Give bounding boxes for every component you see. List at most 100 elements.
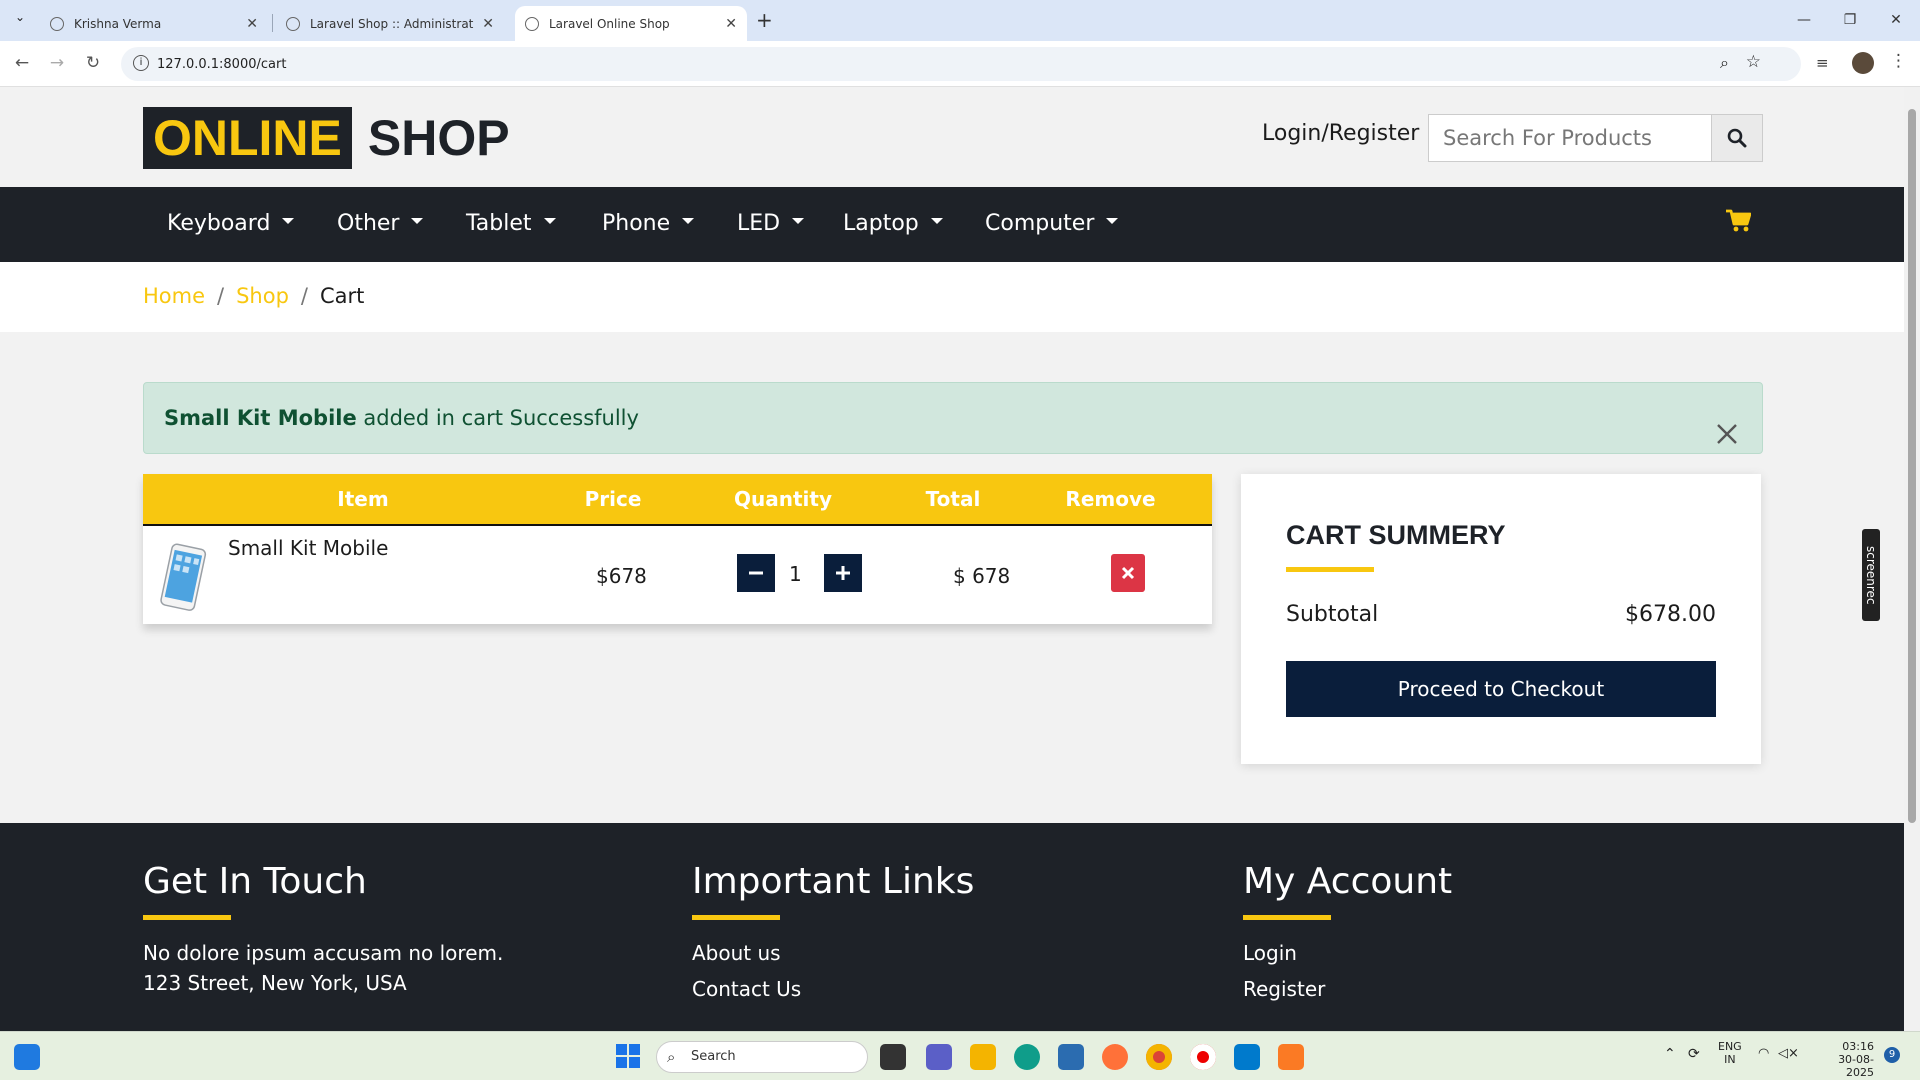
tray-overflow-icon[interactable]: ⌃ [1664,1046,1676,1062]
tab-admin-panel[interactable]: Laravel Shop :: Administrative Panel ✕ [276,6,504,41]
sync-icon[interactable]: ⟳ [1688,1046,1700,1062]
tab-online-shop[interactable]: Laravel Online Shop ✕ [515,6,747,41]
alert-close-button[interactable] [1714,405,1740,444]
browser-tab-bar: ⌄ Krishna Verma ✕ Laravel Shop :: Admini… [0,0,1920,41]
firefox-icon[interactable] [1102,1044,1128,1070]
windows-taskbar: ⌕ Search ⌃ ⟳ ENG IN ◠ ◁× 03:16 30-08-202… [0,1031,1920,1080]
back-icon[interactable]: ← [10,53,34,73]
breadcrumb-separator: / [300,284,308,308]
volume-muted-icon[interactable]: ◁× [1778,1046,1799,1061]
task-view-icon[interactable] [880,1044,906,1070]
remove-item-button[interactable] [1111,554,1145,592]
footer-heading-get-in-touch: Get In Touch [143,861,367,902]
nav-label: Keyboard [167,211,271,236]
nav-item-led[interactable]: LED [737,211,805,236]
scrollbar-thumb[interactable] [1908,109,1916,823]
search-icon: ⌕ [667,1048,676,1066]
quantity-input[interactable]: 1 [789,562,802,586]
footer-heading-underline [692,915,780,920]
breadcrumb-shop-link[interactable]: Shop [236,284,289,308]
footer-link-register[interactable]: Register [1243,977,1325,1001]
page-scrollbar[interactable] [1904,87,1920,1031]
globe-icon [286,16,300,31]
minus-icon [749,571,763,575]
header-remove: Remove [1065,487,1156,511]
chrome-icon[interactable] [1146,1044,1172,1070]
close-tab-icon[interactable]: ✕ [482,16,494,32]
language-indicator[interactable]: ENG IN [1718,1040,1742,1066]
nav-item-other[interactable]: Other [337,211,424,236]
summary-title: CART SUMMERY [1286,520,1506,550]
clock[interactable]: 03:16 30-08-2025 [1812,1040,1874,1079]
close-tab-icon[interactable]: ✕ [246,16,258,32]
site-logo[interactable]: ONLINE SHOP [143,107,510,169]
taskbar-search-input[interactable]: ⌕ Search [656,1041,868,1073]
opera-icon[interactable] [1190,1044,1216,1070]
window-close-icon[interactable]: ✕ [1876,8,1916,32]
close-tab-icon[interactable]: ✕ [725,16,737,32]
xampp-icon[interactable] [1278,1044,1304,1070]
new-tab-icon[interactable]: + [756,8,773,32]
quantity-increase-button[interactable] [824,554,862,592]
web-page: ONLINE SHOP Login/Register Search For Pr… [0,87,1904,1031]
breadcrumb-home-link[interactable]: Home [143,284,205,308]
vscode-icon[interactable] [1234,1044,1260,1070]
cart-button[interactable] [1725,209,1752,237]
product-price: $678 [596,564,647,588]
tab-krishna-verma[interactable]: Krishna Verma ✕ [40,6,268,41]
reload-icon[interactable]: ↻ [81,53,105,73]
file-explorer-icon[interactable] [970,1044,996,1070]
edge-icon[interactable] [1014,1044,1040,1070]
subtotal-label: Subtotal [1286,602,1379,627]
nav-item-computer[interactable]: Computer [985,211,1119,236]
site-info-icon[interactable]: i [133,55,149,71]
nav-item-laptop[interactable]: Laptop [843,211,943,236]
wifi-icon[interactable]: ◠ [1758,1046,1769,1061]
alert-message: added in cart Successfully [356,406,639,430]
footer-link-about-us[interactable]: About us [692,941,781,965]
login-register-link[interactable]: Login/Register [1262,121,1419,146]
browser-menu-icon[interactable]: ⋮ [1890,51,1907,71]
minimize-icon[interactable]: — [1784,8,1824,32]
logo-highlight: ONLINE [143,107,352,169]
tab-title: Laravel Shop :: Administrative Panel [310,16,474,31]
nav-item-tablet[interactable]: Tablet [466,211,556,236]
nav-item-keyboard[interactable]: Keyboard [167,211,295,236]
caret-down-icon [792,218,805,224]
product-name-link[interactable]: Small Kit Mobile [228,536,388,560]
media-control-icon[interactable]: ≡ [1816,54,1829,72]
store-icon[interactable] [1058,1044,1084,1070]
bookmark-star-icon[interactable]: ☆ [1746,52,1761,72]
nav-item-phone[interactable]: Phone [602,211,695,236]
footer-link-contact-us[interactable]: Contact Us [692,977,801,1001]
product-total: $ 678 [953,564,1011,588]
proceed-to-checkout-button[interactable]: Proceed to Checkout [1286,661,1716,717]
notification-badge[interactable]: 9 [1884,1047,1900,1063]
forward-icon[interactable]: → [45,53,69,73]
restore-icon[interactable]: ❐ [1830,8,1870,32]
windows-start-icon[interactable] [616,1044,640,1068]
search-button[interactable] [1711,114,1763,162]
profile-avatar[interactable] [1852,52,1874,74]
nav-label: Phone [602,211,671,236]
address-bar[interactable]: i 127.0.0.1:8000/cart ⌕ ☆ [121,47,1801,81]
breadcrumb-separator: / [217,284,225,308]
search-input[interactable]: Search For Products [1428,114,1712,162]
screenrec-badge[interactable]: screenrec [1862,529,1880,621]
teams-icon[interactable] [926,1044,952,1070]
tab-search-dropdown-icon[interactable]: ⌄ [8,10,32,32]
header-item: Item [337,487,389,511]
cart-table-header: Item Price Quantity Total Remove [143,474,1212,526]
tab-title: Laravel Online Shop [549,16,670,31]
zoom-icon[interactable]: ⌕ [1720,53,1729,73]
footer-link-login[interactable]: Login [1243,941,1297,965]
caret-down-icon [411,218,424,224]
table-row: Small Kit Mobile $678 1 $ 678 [143,528,1212,624]
widgets-icon[interactable] [14,1044,40,1070]
globe-icon [50,16,64,31]
quantity-decrease-button[interactable] [737,554,775,592]
product-image[interactable] [157,542,207,614]
breadcrumb-current: Cart [320,284,365,308]
cart-table: Item Price Quantity Total Remove Small K… [143,474,1212,624]
header-price: Price [584,487,642,511]
